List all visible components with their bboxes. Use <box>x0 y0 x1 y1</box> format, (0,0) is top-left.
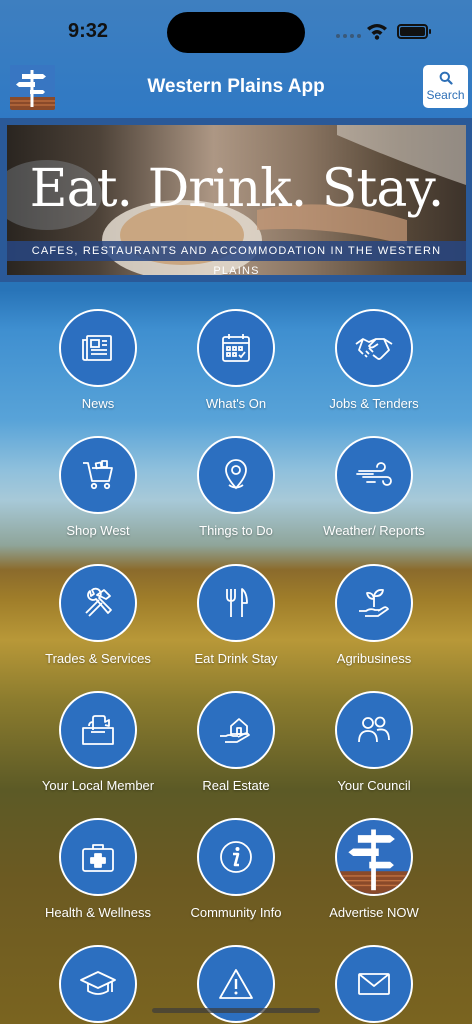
map-pin-icon <box>225 459 247 490</box>
tile-health-wellness[interactable]: Health & Wellness <box>28 818 168 920</box>
tile-circle <box>335 436 413 514</box>
tile-circle <box>59 436 137 514</box>
tile-label: Your Local Member <box>41 778 155 793</box>
tile-circle <box>59 564 137 642</box>
tile-circle <box>335 564 413 642</box>
tile-label: Health & Wellness <box>45 905 151 920</box>
tile-label: Weather/ Reports <box>323 523 425 538</box>
mail-icon <box>358 973 390 995</box>
tile-things-to-do[interactable]: Things to Do <box>166 436 306 538</box>
tile-your-council[interactable]: Your Council <box>304 691 444 793</box>
tile-label: Agribusiness <box>336 651 412 666</box>
tile-whats-on[interactable]: What's On <box>166 309 306 411</box>
wind-icon <box>356 462 392 486</box>
home-indicator[interactable] <box>152 1008 320 1013</box>
first-aid-icon <box>82 844 114 872</box>
handshake-icon <box>355 338 393 360</box>
tile-label: Shop West <box>66 523 130 538</box>
tile-circle <box>197 309 275 387</box>
tile-circle <box>197 436 275 514</box>
newspaper-icon <box>82 335 112 361</box>
tile-agribusiness[interactable]: Agribusiness <box>304 564 444 666</box>
tile-label: Your Council <box>337 778 411 793</box>
tile-circle <box>197 691 275 769</box>
info-icon <box>220 841 252 873</box>
shopping-cart-icon <box>83 460 113 490</box>
graduation-cap-icon <box>80 971 116 995</box>
tile-real-estate[interactable]: Real Estate <box>166 691 306 793</box>
tile-community-info[interactable]: Community Info <box>166 818 306 920</box>
tile-label: News <box>81 396 115 411</box>
tile-label: Eat Drink Stay <box>194 651 278 666</box>
tile-eat-drink-stay[interactable]: Eat Drink Stay <box>166 564 306 666</box>
tile-label: Things to Do <box>199 523 273 538</box>
tile-circle <box>335 945 413 1023</box>
tile-jobs-tenders[interactable]: Jobs & Tenders <box>304 309 444 411</box>
tile-contact[interactable] <box>304 945 444 1024</box>
ballot-box-icon <box>82 715 114 745</box>
tile-advertise-now[interactable]: Advertise NOW <box>304 818 444 920</box>
tile-label: Community Info <box>190 905 282 920</box>
plant-hand-icon <box>359 588 389 617</box>
fork-knife-icon <box>226 588 248 617</box>
tile-circle <box>335 818 413 896</box>
people-icon <box>358 716 390 743</box>
tile-label: Trades & Services <box>45 651 151 666</box>
tile-circle <box>59 691 137 769</box>
category-grid: News What's On Jobs & Tenders Shop West … <box>0 0 472 1024</box>
tile-weather-reports[interactable]: Weather/ Reports <box>304 436 444 538</box>
tile-circle <box>59 945 137 1023</box>
signpost-logo-icon <box>337 829 411 894</box>
calendar-icon <box>222 334 250 362</box>
tile-circle <box>197 564 275 642</box>
tile-circle <box>335 309 413 387</box>
tile-education[interactable] <box>28 945 168 1024</box>
tile-label: What's On <box>205 396 267 411</box>
tile-label: Advertise NOW <box>329 905 419 920</box>
tools-icon <box>85 587 112 617</box>
tile-circle <box>335 691 413 769</box>
house-hand-icon <box>220 718 250 743</box>
tile-trades-services[interactable]: Trades & Services <box>28 564 168 666</box>
tile-circle <box>197 818 275 896</box>
warning-icon <box>219 969 253 999</box>
tile-label: Real Estate <box>202 778 270 793</box>
tile-circle <box>59 309 137 387</box>
tile-news[interactable]: News <box>28 309 168 411</box>
tile-label: Jobs & Tenders <box>329 396 419 411</box>
tile-your-local-member[interactable]: Your Local Member <box>28 691 168 793</box>
tile-circle <box>59 818 137 896</box>
tile-shop-west[interactable]: Shop West <box>28 436 168 538</box>
